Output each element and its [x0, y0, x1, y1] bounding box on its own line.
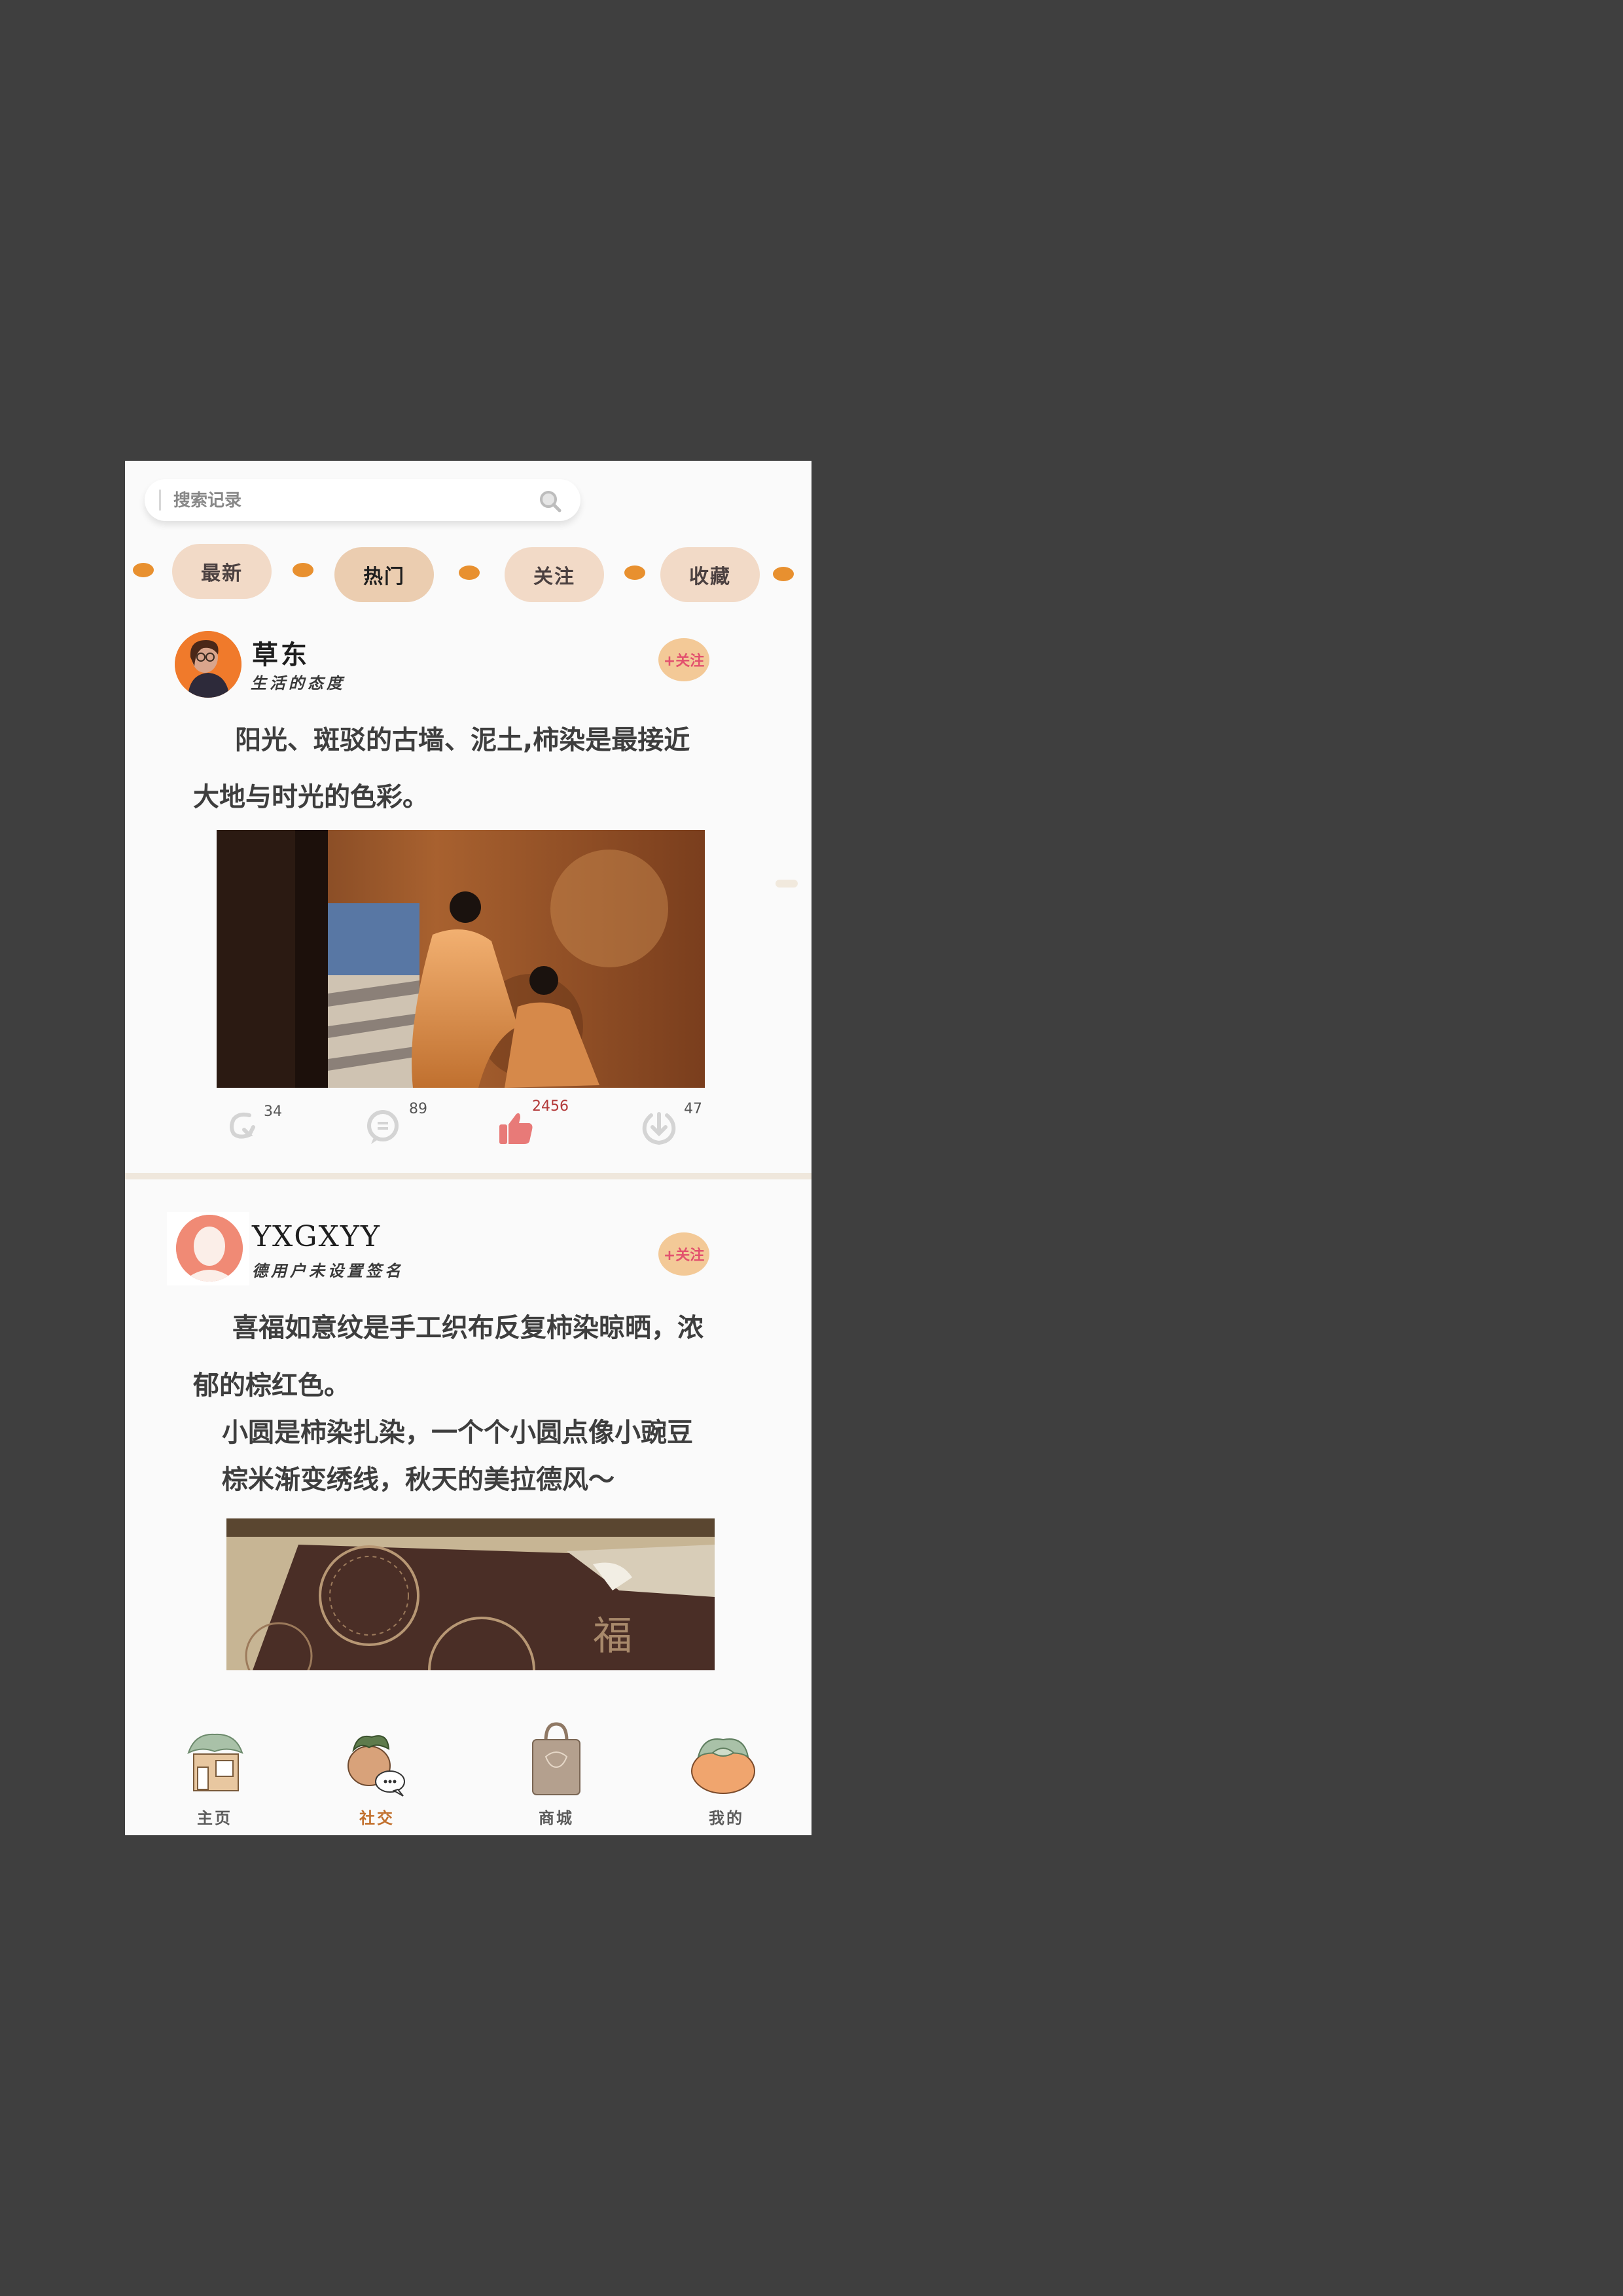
post-text-line: 阳光、斑驳的古墙、泥土,柿染是最接近 [235, 725, 690, 755]
username[interactable]: YXGXYY [252, 1220, 381, 1253]
phone-screen: 最新 热门 关注 收藏 草东 生活的态度 +关注 阳光、斑驳的古墙、泥土,柿染是… [125, 461, 812, 1835]
tab-dot [459, 565, 480, 580]
nav-mine-label[interactable]: 我的 [684, 1805, 769, 1828]
tab-dot [624, 565, 645, 580]
share-icon[interactable] [224, 1107, 261, 1144]
nav-mall-label[interactable]: 商城 [514, 1805, 599, 1828]
comment-count: 89 [409, 1101, 427, 1117]
download-icon[interactable] [641, 1109, 677, 1148]
user-signature: 生活的态度 [251, 673, 346, 692]
nav-mall[interactable] [514, 1717, 599, 1816]
tab-latest[interactable]: 最新 [172, 544, 272, 599]
like-icon[interactable] [498, 1111, 535, 1148]
follow-button[interactable]: +关注 [658, 1232, 709, 1276]
search-caret [159, 490, 161, 511]
like-count: 2456 [532, 1098, 569, 1115]
share-count: 34 [264, 1103, 282, 1120]
tab-dot [133, 563, 154, 577]
username[interactable]: 草东 [252, 634, 310, 672]
tab-favorites[interactable]: 收藏 [660, 547, 760, 602]
nav-home[interactable] [172, 1717, 257, 1816]
follow-button[interactable]: +关注 [658, 638, 709, 681]
tab-dot [773, 567, 794, 581]
search-bar[interactable] [145, 479, 580, 521]
svg-text:福: 福 [593, 1613, 632, 1659]
post-text-line: 棕米渐变绣线，秋天的美拉德风～ [222, 1465, 615, 1495]
post-text-line: 大地与时光的色彩。 [193, 782, 429, 812]
post-text-line: 小圆是柿染扎染，一个个小圆点像小豌豆 [222, 1418, 693, 1448]
comment-icon[interactable] [365, 1109, 401, 1148]
scroll-indicator[interactable] [776, 880, 798, 888]
tab-hot[interactable]: 热门 [334, 547, 434, 602]
post-divider [125, 1173, 812, 1179]
tab-dot [293, 563, 313, 577]
search-icon[interactable] [537, 488, 563, 517]
post-text-line: 郁的棕红色。 [193, 1371, 350, 1401]
nav-social[interactable] [334, 1717, 419, 1816]
avatar[interactable] [175, 631, 241, 698]
tab-following[interactable]: 关注 [505, 547, 604, 602]
avatar[interactable] [176, 1215, 243, 1282]
post-image[interactable] [217, 830, 705, 1088]
search-input[interactable] [172, 486, 528, 516]
download-count: 47 [684, 1101, 702, 1117]
user-signature: 德用户未设置签名 [252, 1261, 404, 1280]
nav-social-label[interactable]: 社交 [334, 1805, 419, 1828]
nav-home-label[interactable]: 主页 [172, 1805, 257, 1828]
nav-mine[interactable] [684, 1717, 769, 1816]
post-text-line: 喜福如意纹是手工织布反复柿染晾晒，浓 [232, 1313, 704, 1343]
post-image[interactable]: 福 [226, 1518, 715, 1670]
